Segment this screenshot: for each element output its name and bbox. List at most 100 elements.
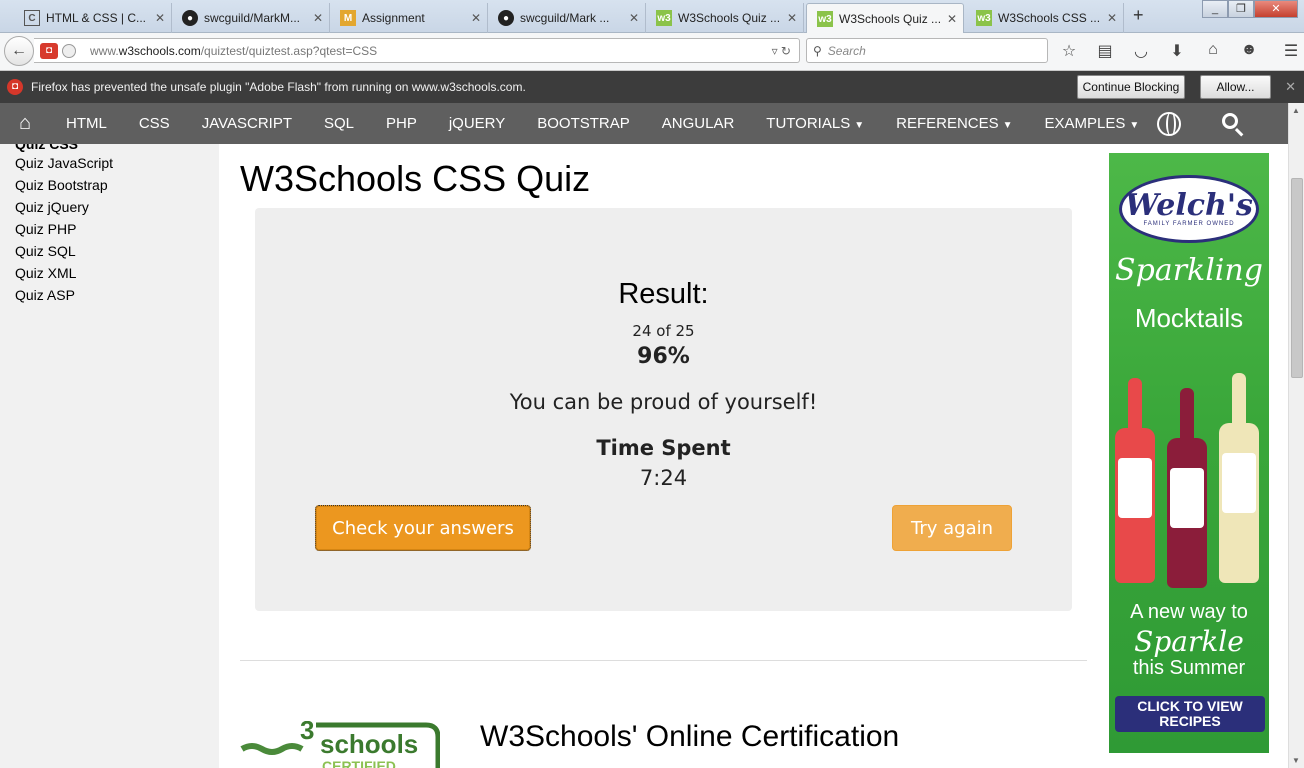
bottle-image	[1219, 373, 1259, 583]
welchs-ad-banner[interactable]: Welch's FAMILY FARMER OWNED Sparkling Mo…	[1109, 153, 1269, 753]
try-again-button[interactable]: Try again	[892, 505, 1012, 551]
caret-down-icon: ▼	[1002, 120, 1013, 131]
globe-icon[interactable]	[1157, 112, 1181, 136]
search-icon: ⚲	[813, 43, 822, 58]
browser-tab[interactable]: C HTML & CSS | C... ✕	[14, 3, 172, 33]
ad-cta-button[interactable]: CLICK TO VIEW RECIPES	[1115, 696, 1265, 732]
browser-tab[interactable]: w3 W3Schools CSS ... ✕	[966, 3, 1124, 33]
close-tab-icon[interactable]: ✕	[313, 11, 323, 25]
search-icon[interactable]	[1222, 113, 1238, 129]
nav-javascript[interactable]: JAVASCRIPT	[186, 103, 308, 144]
browser-tab-active[interactable]: w3 W3Schools Quiz ... ✕	[806, 3, 964, 34]
nav-examples-label: EXAMPLES	[1044, 115, 1126, 132]
tab-strip: C HTML & CSS | C... ✕ ● swcguild/MarkM..…	[0, 0, 1304, 34]
tab-title: swcguild/Mark ...	[520, 11, 610, 25]
plugin-message: Firefox has prevented the unsafe plugin …	[31, 80, 526, 94]
nav-sql[interactable]: SQL	[308, 103, 370, 144]
scrollbar-thumb[interactable]	[1291, 178, 1303, 378]
result-score: 24 of 25	[632, 322, 695, 340]
new-tab-icon[interactable]: +	[1133, 5, 1144, 26]
close-tab-icon[interactable]: ✕	[629, 11, 639, 25]
caret-down-icon: ▼	[1129, 120, 1140, 131]
toolbar-icons: ☆ ▤ ◡ ⬇ ⌂ ☻ ☰	[1058, 41, 1302, 61]
search-input[interactable]: ⚲ Search	[806, 38, 1048, 63]
sidebar: Quiz CSS Quiz JavaScript Quiz Bootstrap …	[0, 144, 219, 768]
tab-title: W3Schools Quiz ...	[839, 12, 942, 26]
nav-tutorials-label: TUTORIALS	[766, 115, 851, 132]
scroll-up-icon[interactable]: ▲	[1292, 106, 1300, 115]
certification-heading: W3Schools' Online Certification	[480, 720, 900, 753]
browser-tab[interactable]: ● swcguild/Mark ... ✕	[488, 3, 646, 33]
continue-blocking-button[interactable]: Continue Blocking	[1077, 75, 1185, 99]
sidebar-item-quiz-php[interactable]: Quiz PHP	[15, 220, 113, 242]
nav-tutorials-dropdown[interactable]: TUTORIALS ▼	[750, 103, 880, 144]
url-bar[interactable]: ◘ www. w3schools.com /quiztest/quiztest.…	[34, 38, 800, 63]
close-tab-icon[interactable]: ✕	[1107, 11, 1117, 25]
close-icon[interactable]: ✕	[1285, 79, 1296, 95]
page-scrollbar[interactable]: ▲ ▼	[1288, 103, 1304, 768]
pocket-icon[interactable]: ◡	[1130, 41, 1152, 61]
reading-list-icon[interactable]: ▤	[1094, 41, 1116, 61]
nav-jquery[interactable]: jQUERY	[433, 103, 521, 144]
bookmark-star-icon[interactable]: ☆	[1058, 41, 1080, 61]
url-prefix: www.	[90, 43, 119, 58]
close-window-icon[interactable]: ✕	[1254, 0, 1298, 18]
sidebar-item-quiz-asp[interactable]: Quiz ASP	[15, 286, 113, 308]
url-path: /quiztest/quiztest.asp?qtest=CSS	[200, 43, 378, 58]
plugin-blocked-icon[interactable]: ◘	[40, 42, 58, 59]
reload-icon[interactable]: ▿ ↻	[772, 44, 791, 58]
nav-php[interactable]: PHP	[370, 103, 433, 144]
scroll-down-icon[interactable]: ▼	[1292, 756, 1300, 765]
assignment-icon: M	[340, 10, 356, 26]
close-tab-icon[interactable]: ✕	[155, 11, 165, 25]
allow-plugin-button[interactable]: Allow...	[1200, 75, 1271, 99]
browser-tab[interactable]: w3 W3Schools Quiz ... ✕	[646, 3, 804, 33]
w3schools-certified-logo: 3 schools CERTIFIED	[240, 721, 440, 768]
minimize-icon[interactable]: _	[1202, 0, 1228, 18]
site-identity-icon[interactable]	[62, 43, 76, 58]
ad-headline-sparkling: Sparkling	[1115, 253, 1263, 288]
check-answers-button[interactable]: Check your answers	[315, 505, 531, 551]
svg-text:CERTIFIED: CERTIFIED	[322, 758, 396, 768]
nav-bootstrap[interactable]: BOOTSTRAP	[521, 103, 646, 144]
sidebar-item-quiz-jquery[interactable]: Quiz jQuery	[15, 198, 113, 220]
sidebar-item-quiz-xml[interactable]: Quiz XML	[15, 264, 113, 286]
download-icon[interactable]: ⬇	[1166, 41, 1188, 61]
home-icon[interactable]: ⌂	[1202, 41, 1224, 61]
tab-title: W3Schools Quiz ...	[678, 11, 781, 25]
nav-css[interactable]: CSS	[123, 103, 186, 144]
sidebar-item-quiz-sql[interactable]: Quiz SQL	[15, 242, 113, 264]
home-icon[interactable]: ⌂	[0, 103, 50, 144]
maximize-icon[interactable]: ❐	[1228, 0, 1254, 18]
browser-tab[interactable]: M Assignment ✕	[330, 3, 488, 33]
browser-tab[interactable]: ● swcguild/MarkM... ✕	[172, 3, 330, 33]
window-controls: _ ❐ ✕	[1202, 0, 1298, 20]
github-icon: ●	[498, 10, 514, 26]
page-title: W3Schools CSS Quiz	[240, 158, 591, 199]
divider	[240, 660, 1087, 661]
w3-topnav: ⌂ HTML CSS JAVASCRIPT SQL PHP jQUERY BOO…	[0, 103, 1288, 144]
close-tab-icon[interactable]: ✕	[947, 12, 957, 26]
url-host: w3schools.com	[118, 43, 201, 58]
nav-examples-dropdown[interactable]: EXAMPLES ▼	[1029, 103, 1156, 144]
nav-references-dropdown[interactable]: REFERENCES ▼	[880, 103, 1028, 144]
sidebar-item-quiz-bootstrap[interactable]: Quiz Bootstrap	[15, 176, 113, 198]
chat-icon[interactable]: ☻	[1238, 41, 1260, 61]
back-button[interactable]: ←	[4, 36, 34, 66]
navigation-toolbar: ← ◘ www. w3schools.com /quiztest/quiztes…	[0, 33, 1304, 71]
page-icon: C	[24, 10, 40, 26]
svg-text:3: 3	[300, 721, 314, 745]
nav-html[interactable]: HTML	[50, 103, 123, 144]
close-tab-icon[interactable]: ✕	[787, 11, 797, 25]
w3-icon: w3	[976, 10, 992, 26]
result-heading: Result:	[618, 278, 709, 310]
menu-icon[interactable]: ☰	[1280, 41, 1302, 61]
welchs-logo: Welch's FAMILY FARMER OWNED	[1119, 175, 1259, 243]
nav-angular[interactable]: ANGULAR	[646, 103, 751, 144]
close-tab-icon[interactable]: ✕	[471, 11, 481, 25]
page-viewport: ⌂ HTML CSS JAVASCRIPT SQL PHP jQUERY BOO…	[0, 103, 1288, 768]
tab-title: swcguild/MarkM...	[204, 11, 301, 25]
sidebar-item-quiz-javascript[interactable]: Quiz JavaScript	[15, 154, 113, 176]
tab-title: HTML & CSS | C...	[46, 11, 147, 25]
result-percent: 96%	[637, 344, 690, 369]
